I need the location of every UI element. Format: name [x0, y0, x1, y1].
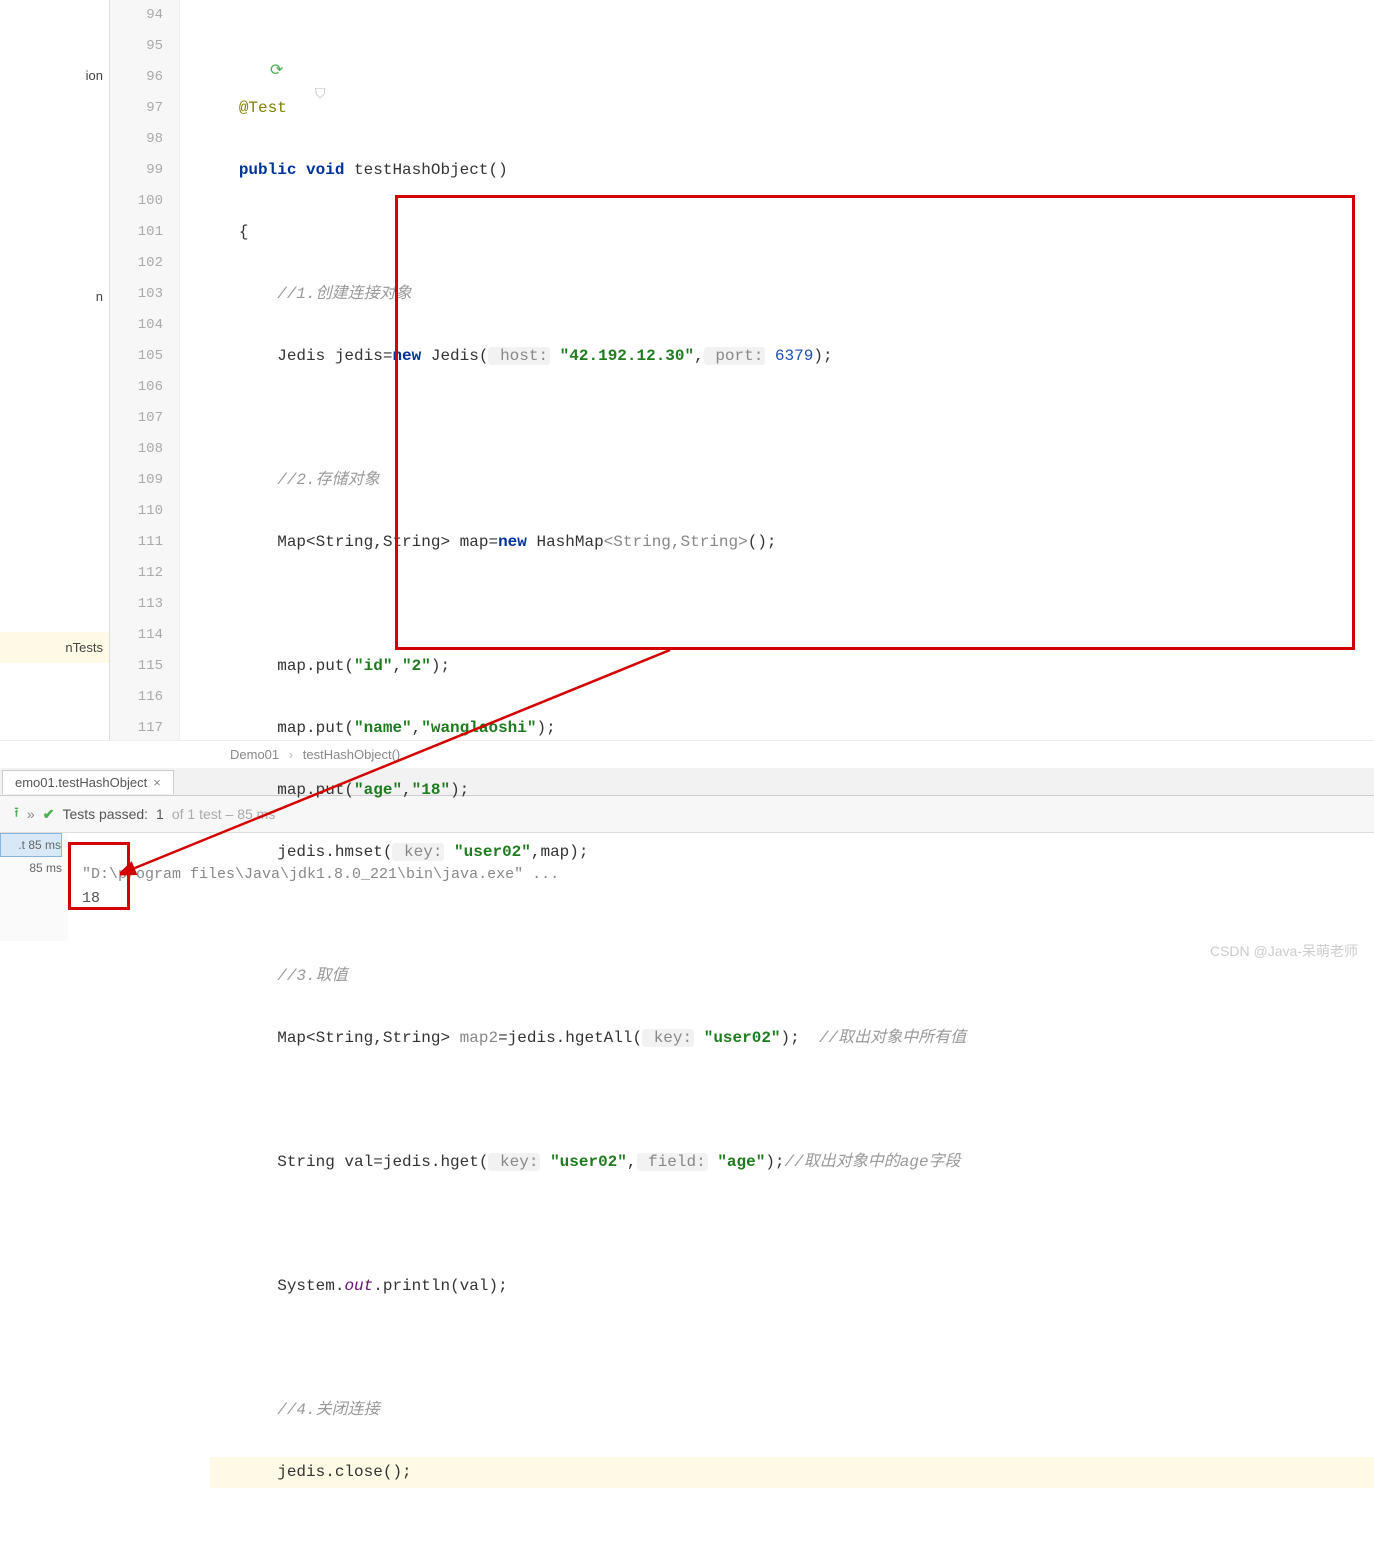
tests-passed-label: Tests passed:: [62, 806, 148, 822]
export-icon[interactable]: ⭱: [14, 802, 19, 826]
tree-item[interactable]: n: [0, 281, 109, 312]
test-tree[interactable]: .t 85 ms 85 ms: [0, 833, 68, 941]
run-tab[interactable]: emo01.testHashObject ×: [2, 770, 174, 794]
console-line: 18: [82, 890, 100, 907]
code-content[interactable]: @Test public void testHashObject() { //1…: [180, 0, 1374, 740]
project-tree-clip[interactable]: ion n nTests: [0, 0, 110, 740]
tests-passed-count: 1: [156, 806, 164, 822]
expand-icon[interactable]: »: [27, 806, 35, 822]
tab-label: emo01.testHashObject: [15, 775, 147, 790]
code-editor[interactable]: 94 95 96 97 98 99 100 101 102 103 104 10…: [110, 0, 1374, 740]
tree-item[interactable]: ion: [0, 60, 109, 91]
check-circle-icon: ✔: [43, 806, 55, 823]
line-gutter: 94 95 96 97 98 99 100 101 102 103 104 10…: [110, 0, 180, 740]
watermark: CSDN @Java-呆萌老师: [1210, 941, 1358, 961]
tree-item-selected[interactable]: nTests: [0, 632, 109, 663]
close-icon[interactable]: ×: [153, 775, 161, 790]
